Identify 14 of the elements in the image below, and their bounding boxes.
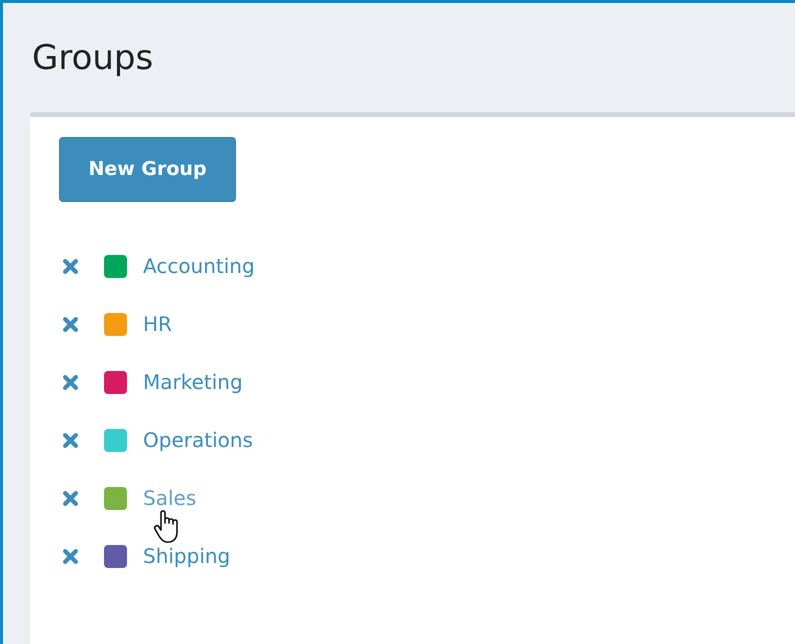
page-title: Groups (32, 40, 154, 74)
group-link[interactable]: Accounting (143, 251, 255, 281)
group-link[interactable]: HR (143, 309, 172, 339)
delete-icon[interactable] (62, 316, 79, 332)
group-link[interactable]: Sales (143, 483, 196, 513)
delete-icon[interactable] (62, 490, 79, 506)
delete-icon[interactable] (62, 374, 79, 390)
group-link[interactable]: Marketing (143, 367, 243, 397)
new-group-button[interactable]: New Group (59, 137, 236, 202)
delete-icon[interactable] (62, 258, 79, 274)
group-link[interactable]: Shipping (143, 541, 230, 571)
delete-icon[interactable] (62, 432, 79, 448)
group-link[interactable]: Operations (143, 425, 253, 455)
delete-icon[interactable] (62, 548, 79, 564)
